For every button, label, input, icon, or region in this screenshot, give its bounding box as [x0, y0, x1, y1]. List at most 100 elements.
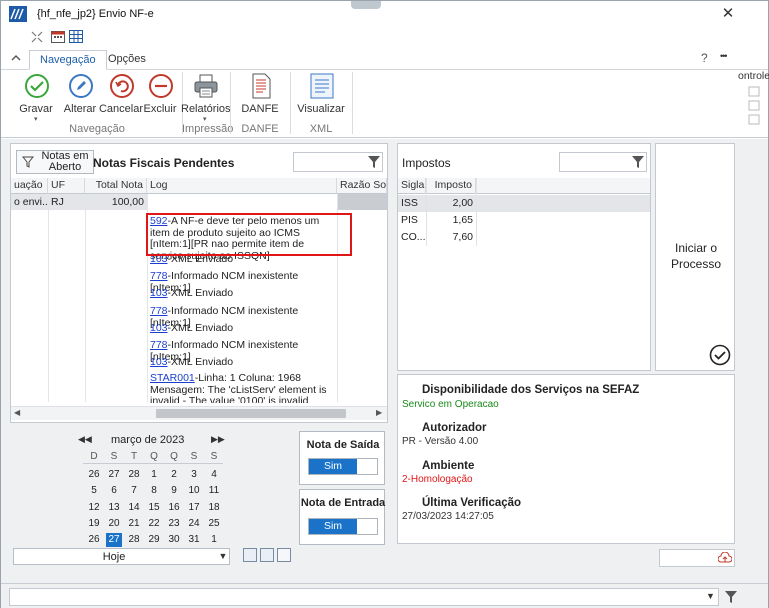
calendar-day[interactable]: 8	[146, 484, 162, 498]
calendar-day[interactable]: 21	[126, 517, 142, 531]
calendar-day[interactable]: 16	[166, 501, 182, 515]
log-code-link[interactable]: 103	[150, 322, 168, 334]
table-row[interactable]: o envi... RJ 100,00	[11, 194, 387, 210]
relatorios-button[interactable]: Relatórios ▾	[181, 72, 231, 123]
table-row[interactable]: PIS 1,65	[398, 212, 650, 229]
column-header-imposto[interactable]: Imposto	[426, 178, 476, 194]
column-header-situacao[interactable]: uação	[11, 178, 48, 194]
calendar-week-icon[interactable]	[243, 548, 257, 562]
chevron-up-icon[interactable]	[11, 53, 21, 65]
calendar-day[interactable]: 10	[186, 484, 202, 498]
calendar-day[interactable]: 25	[206, 517, 222, 531]
last-check-value: 27/03/2023 14:27:05	[402, 511, 494, 522]
calendar-day[interactable]: 1	[146, 468, 162, 482]
column-header-sigla[interactable]: Sigla	[398, 178, 426, 194]
calendar-day[interactable]: 2	[166, 468, 182, 482]
column-header-uf[interactable]: UF	[48, 178, 85, 194]
tab-opcoes[interactable]: Opções	[98, 50, 156, 70]
danfe-button[interactable]: DANFE	[236, 72, 284, 120]
filter-icon[interactable]	[368, 156, 380, 171]
calendar-day[interactable]: 5	[86, 484, 102, 498]
calendar-day[interactable]: 12	[86, 501, 102, 515]
chevron-down-icon[interactable]: ▼	[706, 591, 715, 601]
log-code-link[interactable]: 778	[150, 339, 168, 351]
calendar-day[interactable]: 22	[146, 517, 162, 531]
log-code-link[interactable]: 103	[150, 287, 168, 299]
grid-icon[interactable]	[69, 30, 83, 46]
calendar-day[interactable]: 23	[166, 517, 182, 531]
calendar-month-icon[interactable]	[260, 548, 274, 562]
calendar-day[interactable]: 4	[206, 468, 222, 482]
calendar-day[interactable]: 29	[146, 533, 162, 547]
calendar-day[interactable]: 15	[146, 501, 162, 515]
log-code-link[interactable]: 778	[150, 270, 168, 282]
column-header-razao-social[interactable]: Razão Social	[337, 178, 387, 194]
search-input[interactable]	[659, 549, 735, 567]
calendar-day[interactable]: 14	[126, 501, 142, 515]
calendar-day[interactable]: 3	[186, 468, 202, 482]
column-header-total[interactable]: Total Nota	[85, 178, 147, 194]
calendar-day[interactable]: 13	[106, 501, 122, 515]
log-code-link[interactable]: STAR001	[150, 373, 195, 384]
open-notes-filter-button[interactable]: Notas em Aberto	[16, 150, 94, 174]
nota-saida-toggle[interactable]: Sim	[308, 458, 378, 475]
help-icon[interactable]: ?	[701, 51, 708, 65]
cloud-upload-icon[interactable]	[717, 551, 733, 567]
next-year-icon[interactable]: ▶▶	[211, 434, 225, 445]
more-options-icon[interactable]: •••	[720, 51, 728, 61]
log-code-link[interactable]: 103	[150, 356, 168, 368]
footer-input[interactable]: ▼	[9, 588, 719, 606]
calendar-day[interactable]: 27	[106, 468, 122, 482]
calendar-day[interactable]: 19	[86, 517, 102, 531]
today-select[interactable]: Hoje ▼	[13, 548, 230, 565]
calendar-day[interactable]: 11	[206, 484, 222, 498]
table-row[interactable]: ISS 2,00	[398, 195, 650, 212]
scroll-left-icon[interactable]: ◀	[14, 408, 20, 417]
background-icons	[748, 86, 762, 126]
calendar-day[interactable]: 6	[106, 484, 122, 498]
calendar-day[interactable]: 28	[126, 533, 142, 547]
filter-icon[interactable]	[632, 156, 644, 171]
table-row[interactable]: CO... 7,60	[398, 229, 650, 246]
tab-navegacao[interactable]: Navegação	[29, 50, 107, 70]
close-icon[interactable]: ✕	[717, 4, 739, 24]
visualizar-button[interactable]: Visualizar	[297, 72, 345, 120]
calendar-day-icon[interactable]	[277, 548, 291, 562]
search-input[interactable]	[293, 152, 383, 172]
collapse-icon[interactable]	[31, 31, 43, 46]
calendar-month: março de 2023	[111, 434, 185, 446]
excluir-button[interactable]: Excluir	[136, 72, 184, 120]
start-process-button[interactable]: Iniciar o Processo	[655, 143, 735, 371]
calendar-day[interactable]: 27	[106, 533, 122, 547]
calendar-day[interactable]: 17	[186, 501, 202, 515]
calendar-day[interactable]: 7	[126, 484, 142, 498]
title-bar[interactable]: {hf_nfe_jp2} Envio NF-e ✕	[1, 1, 768, 28]
calendar-day[interactable]: 9	[166, 484, 182, 498]
filter-icon[interactable]	[725, 591, 737, 606]
horizontal-scrollbar[interactable]: ◀ ▶	[11, 406, 387, 420]
calendar-icon[interactable]	[51, 30, 65, 46]
calendar-day[interactable]: 24	[186, 517, 202, 531]
log-code-link[interactable]: 778	[150, 305, 168, 317]
calendar-day[interactable]: 20	[106, 517, 122, 531]
ribbon-tabs: Navegação Opções ? •••	[1, 48, 768, 70]
scrollbar-thumb[interactable]	[156, 409, 346, 418]
log-entry: STAR001-Linha: 1 Coluna: 1968 Mensagem: …	[150, 373, 327, 403]
chevron-down-icon[interactable]: ▼	[216, 549, 230, 564]
log-entry: 103-XML Enviado	[150, 287, 234, 299]
calendar-day[interactable]: 26	[86, 468, 102, 482]
calendar-day[interactable]: 30	[166, 533, 182, 547]
column-header-log[interactable]: Log	[147, 178, 337, 194]
calendar-day[interactable]: 26	[86, 533, 102, 547]
nota-entrada-toggle[interactable]: Sim	[308, 518, 378, 535]
gravar-button[interactable]: Gravar ▾	[12, 72, 60, 123]
calendar-day[interactable]: 1	[206, 533, 222, 547]
invoices-grid: uação UF Total Nota Log Razão Social o e…	[11, 178, 387, 422]
search-input[interactable]	[559, 152, 647, 172]
scroll-right-icon[interactable]: ▶	[376, 408, 382, 417]
calendar-day[interactable]: 28	[126, 468, 142, 482]
calendar-day[interactable]: 31	[186, 533, 202, 547]
chevron-down-icon[interactable]	[351, 1, 381, 9]
calendar-day[interactable]: 18	[206, 501, 222, 515]
prev-year-icon[interactable]: ◀◀	[78, 434, 92, 445]
